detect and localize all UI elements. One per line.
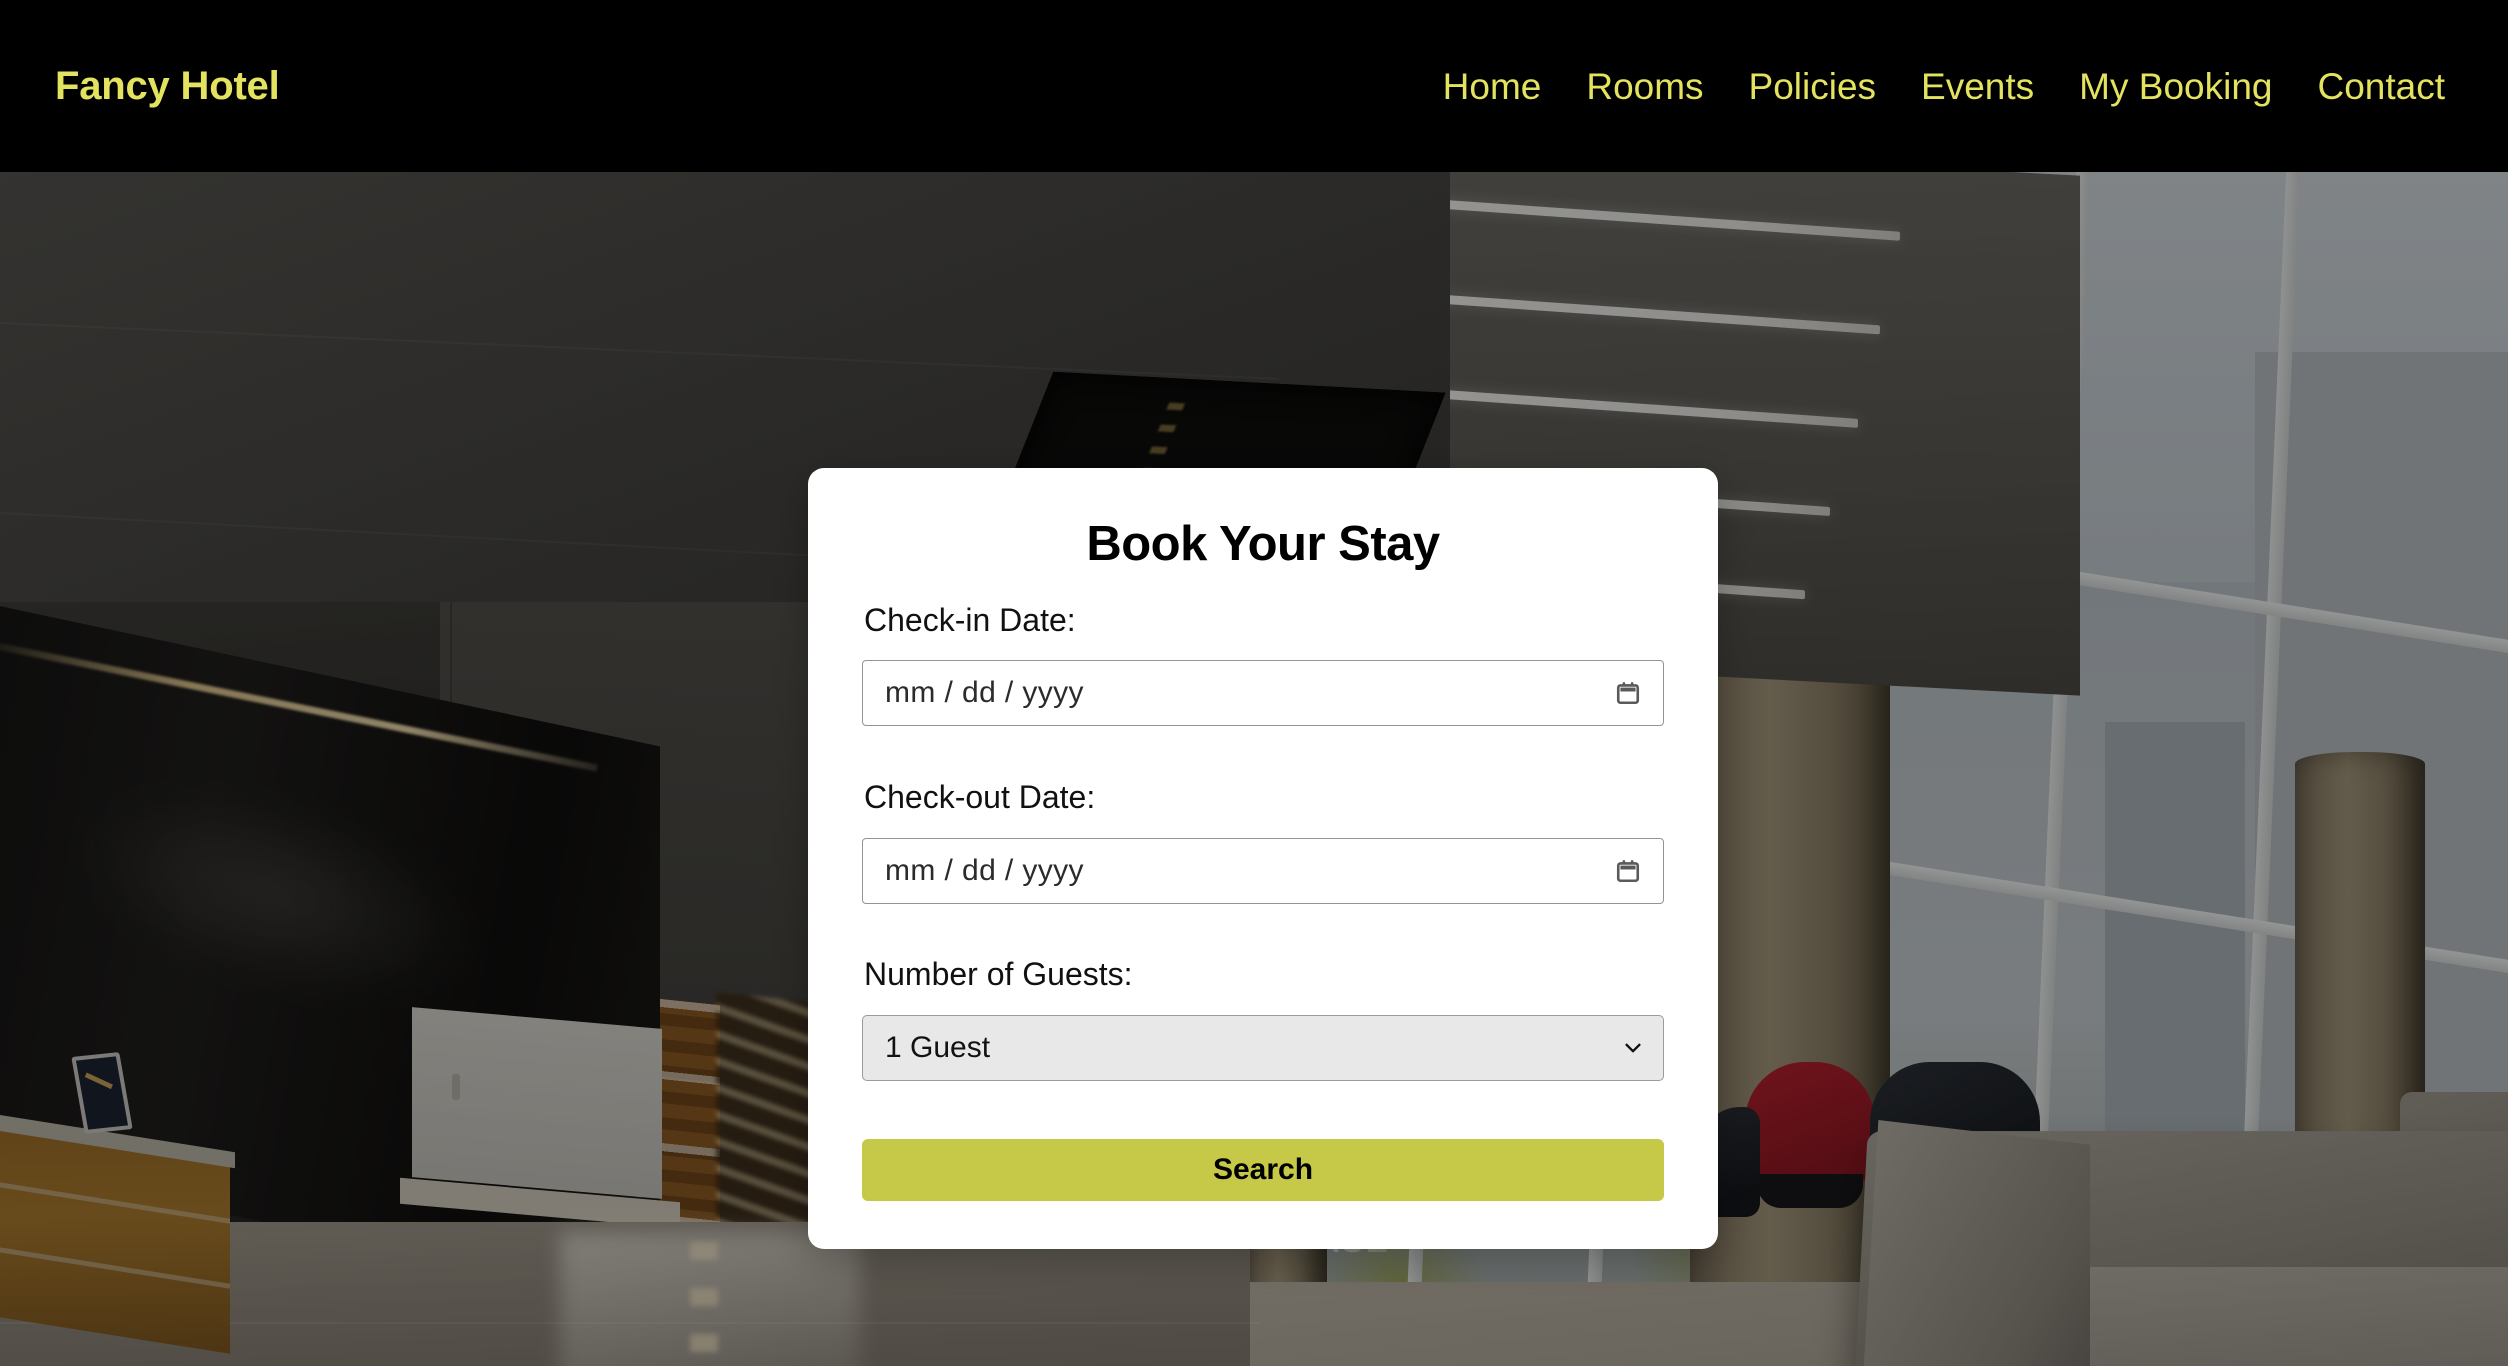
guests-select-wrapper: 1 Guest xyxy=(862,1014,1664,1081)
guests-select[interactable]: 1 Guest xyxy=(862,1014,1664,1081)
site-header: Fancy Hotel Home Rooms Policies Events M… xyxy=(0,0,2508,172)
guests-field-group: Number of Guests: 1 Guest xyxy=(862,954,1664,1081)
nav-link-my-booking[interactable]: My Booking xyxy=(2079,68,2272,105)
page-title: Book Your Stay xyxy=(1086,517,1440,571)
nav-link-contact[interactable]: Contact xyxy=(2317,68,2445,105)
guests-label: Number of Guests: xyxy=(864,956,1133,992)
calendar-icon[interactable] xyxy=(1615,680,1641,706)
nav-link-policies[interactable]: Policies xyxy=(1749,68,1877,105)
booking-form-card: Book Your Stay Check-in Date: mm / dd / … xyxy=(808,468,1718,1249)
guests-selected-value: 1 Guest xyxy=(885,1030,991,1064)
nav-link-events[interactable]: Events xyxy=(1921,68,2034,105)
checkin-label: Check-in Date: xyxy=(864,601,1076,638)
main-navigation: Home Rooms Policies Events My Booking Co… xyxy=(1443,68,2453,105)
calendar-icon[interactable] xyxy=(1615,858,1641,884)
brand-logo[interactable]: Fancy Hotel xyxy=(55,66,280,106)
checkout-date-placeholder: mm / dd / yyyy xyxy=(885,854,1084,887)
checkout-date-input[interactable]: mm / dd / yyyy xyxy=(862,838,1664,904)
checkin-date-placeholder: mm / dd / yyyy xyxy=(885,676,1084,710)
checkout-field-group: Check-out Date: mm / dd / yyyy xyxy=(862,777,1664,904)
search-button[interactable]: Search xyxy=(862,1138,1664,1201)
page-root: Fancy Hotel Home Rooms Policies Events M… xyxy=(0,0,2508,1366)
checkin-field-group: Check-in Date: mm / dd / yyyy xyxy=(862,600,1664,727)
nav-link-rooms[interactable]: Rooms xyxy=(1586,68,1703,105)
checkout-label: Check-out Date: xyxy=(864,779,1096,816)
nav-link-home[interactable]: Home xyxy=(1443,68,1542,105)
checkin-date-input[interactable]: mm / dd / yyyy xyxy=(862,660,1664,727)
